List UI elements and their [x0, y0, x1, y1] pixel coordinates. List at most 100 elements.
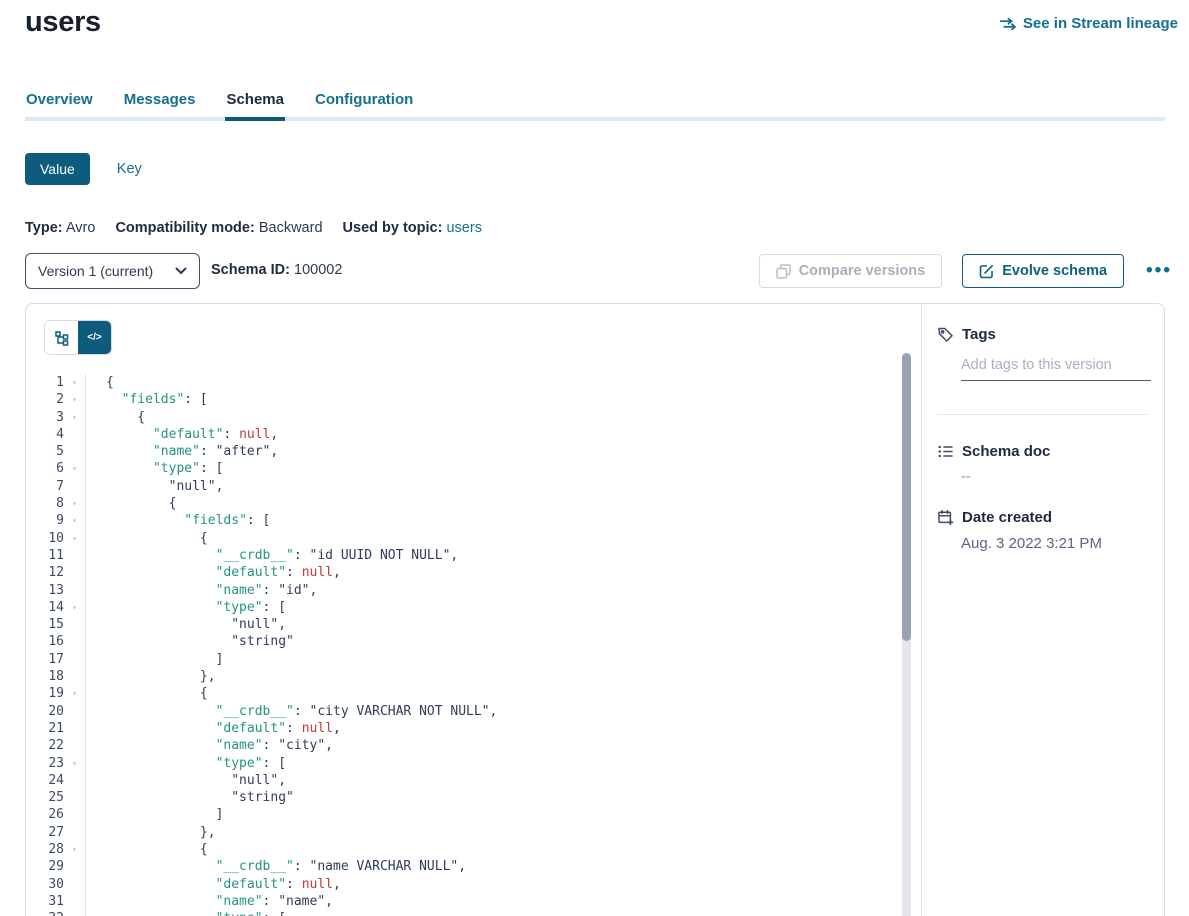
code-line: 8▾ {: [26, 495, 902, 512]
evolve-schema-label: Evolve schema: [1002, 263, 1107, 279]
code-text: {: [86, 685, 208, 702]
fold-gutter: [64, 633, 86, 650]
code-line: 10▾ {: [26, 530, 902, 547]
line-number: 11: [26, 547, 64, 564]
code-line: 6▾ "type": [: [26, 460, 902, 477]
schema-meta-row: Type: Avro Compatibility mode: Backward …: [25, 220, 498, 236]
fold-toggle-icon[interactable]: ▾: [64, 495, 86, 512]
fold-toggle-icon[interactable]: ▾: [64, 599, 86, 616]
scrollbar-thumb[interactable]: [902, 353, 911, 641]
line-number: 18: [26, 668, 64, 685]
fold-toggle-icon[interactable]: ▾: [64, 409, 86, 426]
add-tags-input[interactable]: [961, 357, 1151, 381]
used-by-topic-link[interactable]: users: [446, 220, 481, 236]
evolve-schema-button[interactable]: Evolve schema: [962, 254, 1124, 288]
code-lines: 1▾{2▾ "fields": [3▾ {4 "default": null,5…: [26, 353, 902, 916]
fold-toggle-icon[interactable]: ▾: [64, 841, 86, 858]
tab-messages[interactable]: Messages: [123, 89, 197, 117]
fold-gutter: [64, 651, 86, 668]
code-text: "__crdb__": "name VARCHAR NULL",: [86, 858, 466, 875]
version-select[interactable]: Version 1 (current): [25, 253, 200, 289]
code-text: "null",: [86, 478, 223, 495]
line-number: 27: [26, 824, 64, 841]
code-line: 7 "null",: [26, 478, 902, 495]
code-text: "default": null,: [86, 876, 341, 893]
details-sidebar: Tags Schema doc -- Date created Aug. 3 2…: [922, 304, 1164, 916]
code-line: 12 "default": null,: [26, 564, 902, 581]
tree-view-button[interactable]: [45, 321, 78, 354]
code-editor[interactable]: 1▾{2▾ "fields": [3▾ {4 "default": null,5…: [26, 353, 902, 916]
line-number: 4: [26, 426, 64, 443]
code-text: "fields": [: [86, 512, 270, 529]
fold-toggle-icon[interactable]: ▾: [64, 685, 86, 702]
fold-gutter: [64, 616, 86, 633]
fold-gutter: [64, 789, 86, 806]
fold-toggle-icon[interactable]: ▾: [64, 755, 86, 772]
chevron-down-icon: [175, 267, 187, 275]
code-line: 24 "null",: [26, 772, 902, 789]
tab-overview[interactable]: Overview: [25, 89, 94, 117]
sidebar-divider: [937, 414, 1149, 415]
fold-toggle-icon[interactable]: ▾: [64, 910, 86, 916]
code-line: 22 "name": "city",: [26, 737, 902, 754]
fold-gutter: [64, 772, 86, 789]
schema-doc-section-header: Schema doc: [937, 443, 1149, 460]
stream-lineage-label: See in Stream lineage: [1023, 15, 1178, 32]
schema-id-value: 100002: [294, 262, 342, 278]
line-number: 25: [26, 789, 64, 806]
code-text: "null",: [86, 772, 286, 789]
fold-gutter: [64, 703, 86, 720]
fold-toggle-icon[interactable]: ▾: [64, 374, 86, 391]
stream-lineage-link[interactable]: See in Stream lineage: [999, 15, 1178, 32]
code-line: 23▾ "type": [: [26, 755, 902, 772]
more-options-button[interactable]: •••: [1144, 254, 1174, 288]
code-line: 2▾ "fields": [: [26, 391, 902, 408]
fold-gutter: [64, 668, 86, 685]
tab-configuration[interactable]: Configuration: [314, 89, 414, 117]
line-number: 10: [26, 530, 64, 547]
tags-section-header: Tags: [937, 326, 1149, 343]
code-line: 11 "__crdb__": "id UUID NOT NULL",: [26, 547, 902, 564]
code-view-button[interactable]: </>: [78, 321, 111, 354]
schema-card: </> 1▾{2▾ "fields": [3▾ {4 "default": nu…: [25, 303, 1165, 916]
code-line: 30 "default": null,: [26, 876, 902, 893]
line-number: 28: [26, 841, 64, 858]
tab-schema[interactable]: Schema: [225, 89, 285, 117]
code-text: "type": [: [86, 599, 286, 616]
code-text: "type": [: [86, 460, 223, 477]
fold-toggle-icon[interactable]: ▾: [64, 512, 86, 529]
line-number: 14: [26, 599, 64, 616]
value-tab-button[interactable]: Value: [25, 153, 90, 185]
schema-id-label: Schema ID:: [211, 262, 290, 278]
line-number: 22: [26, 737, 64, 754]
code-text: "default": null,: [86, 426, 278, 443]
code-text: {: [86, 409, 145, 426]
fold-toggle-icon[interactable]: ▾: [64, 530, 86, 547]
line-number: 1: [26, 374, 64, 391]
fold-gutter: [64, 547, 86, 564]
meta-type: Type: Avro: [25, 220, 95, 236]
code-line: 21 "default": null,: [26, 720, 902, 737]
code-line: 15 "null",: [26, 616, 902, 633]
meta-compat: Compatibility mode: Backward: [115, 220, 322, 236]
fold-toggle-icon[interactable]: ▾: [64, 391, 86, 408]
version-actions: Compare versions Evolve schema •••: [759, 254, 1174, 288]
code-text: {: [86, 530, 208, 547]
code-line: 32▾ "type": [: [26, 910, 902, 916]
date-created-value: Aug. 3 2022 3:21 PM: [961, 535, 1149, 552]
compare-versions-button[interactable]: Compare versions: [759, 254, 943, 288]
key-tab-link[interactable]: Key: [117, 161, 142, 177]
meta-type-label: Type:: [25, 220, 63, 236]
line-number: 20: [26, 703, 64, 720]
schema-doc-icon: [937, 443, 954, 460]
fold-gutter: [64, 893, 86, 910]
code-line: 14▾ "type": [: [26, 599, 902, 616]
line-number: 23: [26, 755, 64, 772]
line-number: 21: [26, 720, 64, 737]
fold-gutter: [64, 478, 86, 495]
version-select-value: Version 1 (current): [38, 263, 153, 279]
code-scrollbar[interactable]: [902, 353, 911, 916]
line-number: 5: [26, 443, 64, 460]
fold-toggle-icon[interactable]: ▾: [64, 460, 86, 477]
line-number: 26: [26, 806, 64, 823]
